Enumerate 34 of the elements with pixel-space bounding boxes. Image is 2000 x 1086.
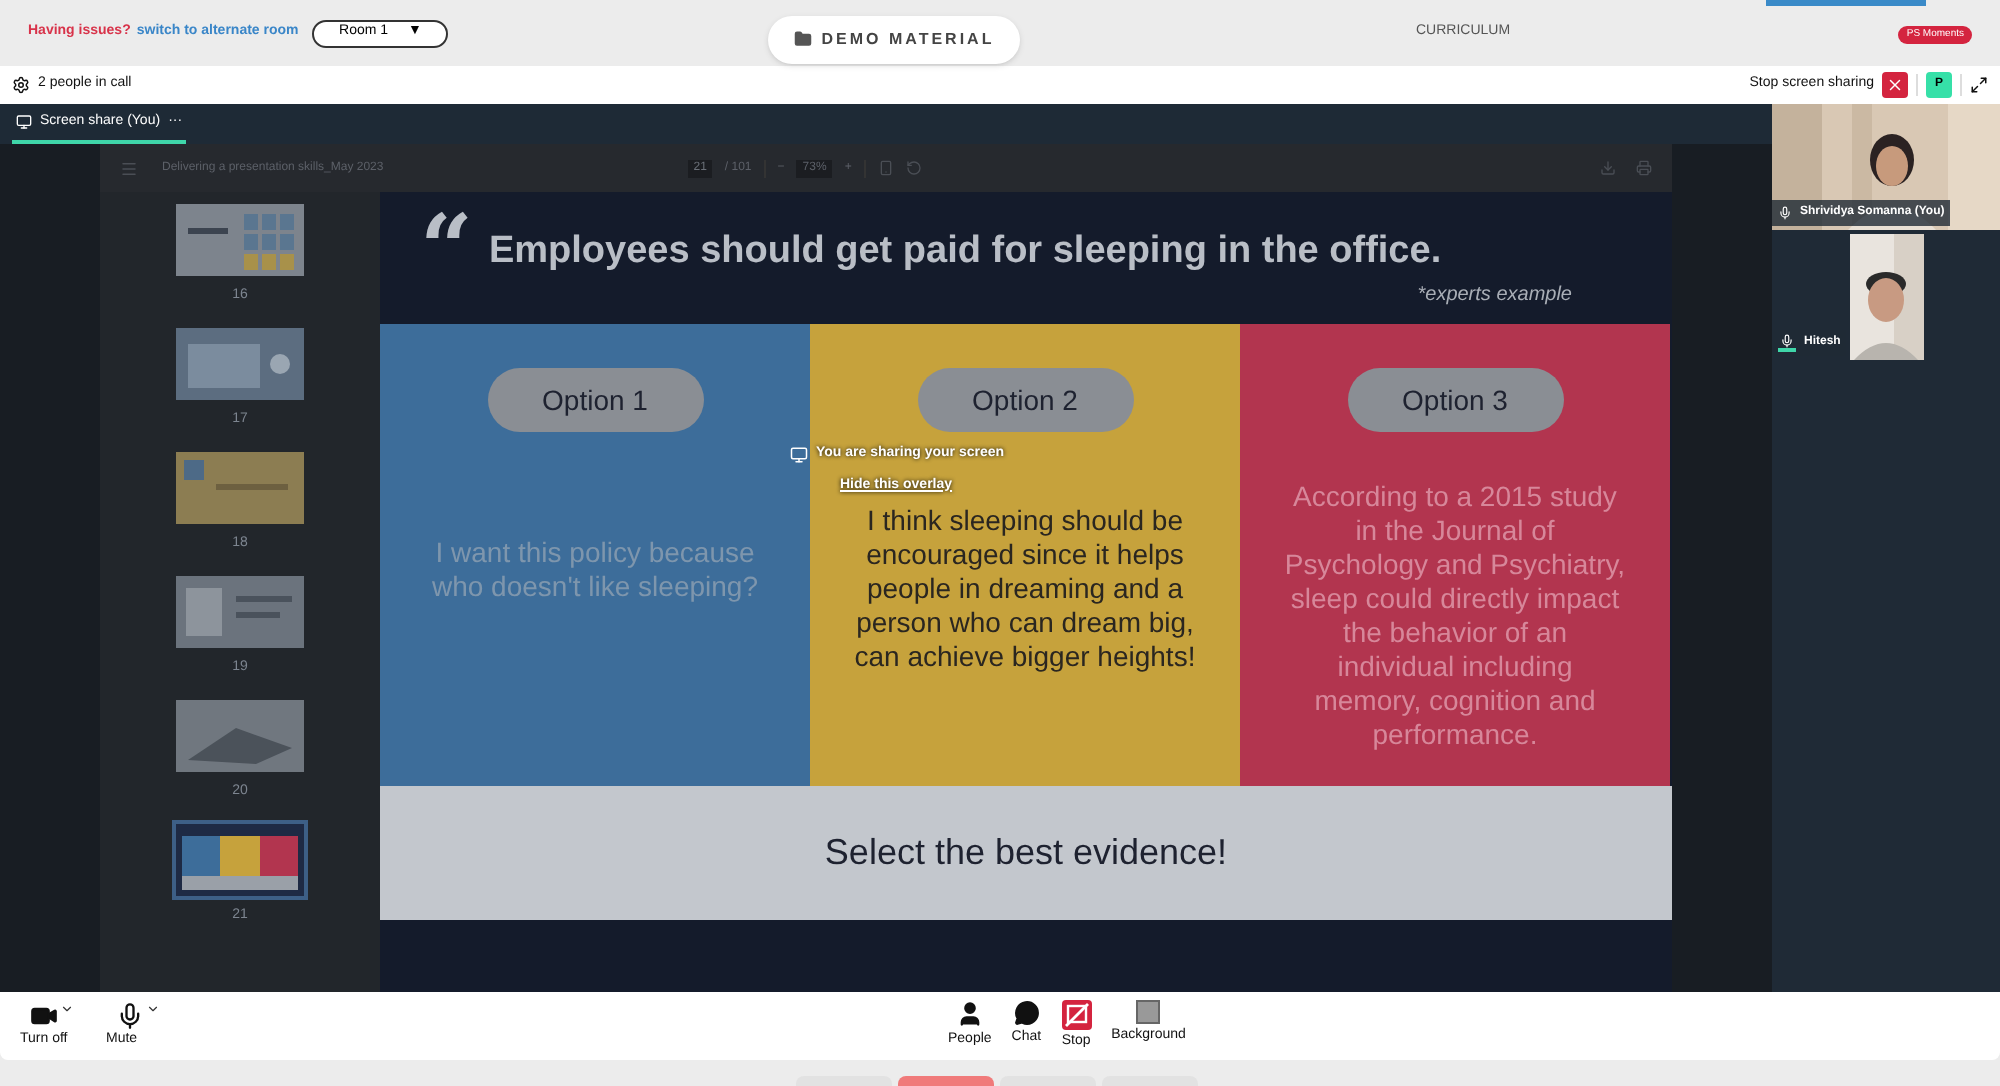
page-thumbnail[interactable] [172, 572, 308, 652]
settings-icon[interactable] [12, 76, 30, 94]
fullscreen-icon[interactable] [1970, 76, 1988, 94]
slide-heading: Employees should get paid for sleeping in the office. [488, 228, 1442, 276]
screen-icon [790, 445, 808, 464]
background-icon [1136, 999, 1161, 1024]
option-label: Option 3 [1347, 368, 1563, 432]
chevron-icon[interactable] [60, 1001, 74, 1016]
demo-material-button[interactable]: DEMO MATERIAL [768, 15, 1020, 63]
microphone-icon [116, 1001, 144, 1030]
screen-icon [16, 114, 32, 130]
folder-icon [793, 30, 812, 48]
page-thumbnail[interactable] [172, 696, 308, 776]
option-label: Option 1 [487, 368, 703, 432]
page-thumbnail[interactable] [172, 324, 308, 404]
stop-sharing-button[interactable] [1882, 72, 1908, 98]
option-text: I think sleeping should be encouraged since it helps people in dreaming and a person who can dream big, can achieve bigger heights! [852, 504, 1198, 674]
microphone-icon [1778, 206, 1792, 220]
page-thumbnail[interactable] [172, 200, 308, 280]
option-label: Option 2 [917, 368, 1133, 432]
slide-note: *experts example [1417, 282, 1572, 310]
microphone-icon [1780, 334, 1794, 348]
quote-mark: “ [420, 208, 473, 288]
close-icon [1886, 76, 1904, 94]
chat-icon [1013, 999, 1040, 1026]
person-icon [955, 999, 984, 1028]
option-text: According to a 2015 study in the Journal of Psychology and Psychiatry, sleep could directly impact the behavior of an individual including memory, cognition and performance. [1282, 480, 1628, 752]
option-text: I want this policy because who doesn't like sleeping? [429, 536, 760, 604]
page-thumbnail[interactable] [172, 448, 308, 528]
page-thumbnail[interactable] [172, 820, 308, 900]
stop-share-icon [1061, 999, 1092, 1030]
speaking-indicator [1778, 348, 1796, 352]
footer-text: Select the best evidence! [824, 830, 1228, 876]
chevron-icon[interactable] [146, 1001, 160, 1016]
